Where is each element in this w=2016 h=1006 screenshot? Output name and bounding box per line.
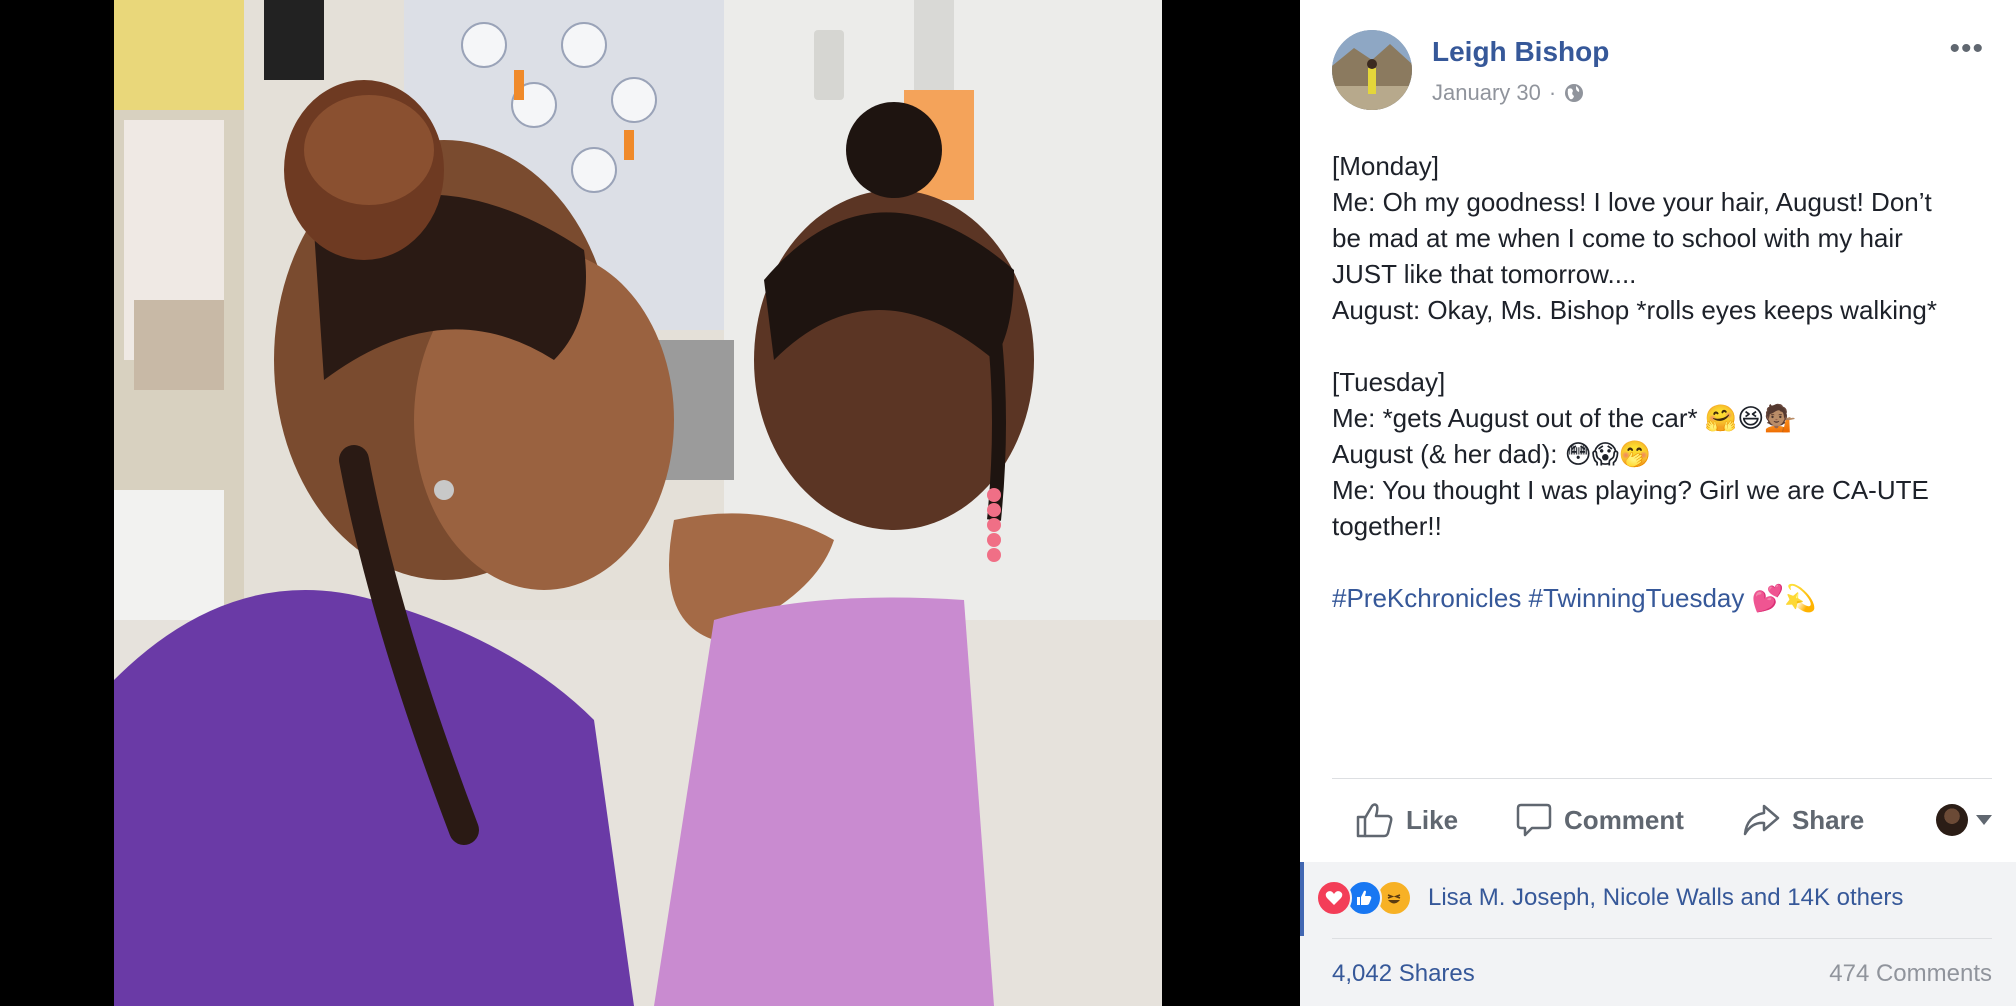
post-date[interactable]: January 30 bbox=[1432, 80, 1541, 106]
shares-count[interactable]: 4,042 Shares bbox=[1332, 960, 1475, 988]
like-label: Like bbox=[1406, 804, 1459, 835]
post-line-spacer bbox=[1332, 544, 1992, 580]
photo-illustration bbox=[114, 0, 1162, 1006]
post-line: [Tuesday] bbox=[1332, 367, 1446, 397]
photo-stage bbox=[90, 0, 1187, 1006]
date-separator: · bbox=[1548, 80, 1557, 105]
share-label: Share bbox=[1791, 804, 1865, 835]
photo-viewer: Leigh Bishop January 30 · ••• [Monday] M… bbox=[0, 0, 2016, 1006]
post-header: Leigh Bishop January 30 · ••• bbox=[1332, 30, 1992, 110]
hashtag-prekchronicles[interactable]: #PreKchronicles bbox=[1332, 583, 1521, 613]
post-as-selector[interactable] bbox=[1936, 804, 1992, 836]
actions-divider bbox=[1332, 778, 1992, 779]
post-line: August (& her dad): 😳😱🤭 bbox=[1332, 439, 1652, 469]
post-side-panel: Leigh Bishop January 30 · ••• [Monday] M… bbox=[1300, 0, 2016, 1006]
author-avatar[interactable] bbox=[1332, 30, 1412, 110]
love-reaction-icon bbox=[1316, 880, 1352, 916]
globe-icon[interactable] bbox=[1564, 83, 1584, 103]
avatar-image bbox=[1332, 30, 1412, 110]
post-line: Me: *gets August out of the car* 🤗😆💁🏽 bbox=[1332, 403, 1797, 433]
post-line: Me: You thought I was playing? Girl we a… bbox=[1332, 475, 1929, 505]
share-button[interactable]: Share bbox=[1742, 803, 1864, 837]
share-icon bbox=[1743, 804, 1780, 836]
viewer-avatar bbox=[1936, 804, 1968, 836]
reaction-summary[interactable]: Lisa M. Joseph, Nicole Walls and 14K oth… bbox=[1316, 880, 1903, 916]
comment-button[interactable]: Comment bbox=[1516, 802, 1684, 838]
post-line: JUST like that tomorrow.... bbox=[1332, 259, 1637, 289]
comments-count[interactable]: 474 Comments bbox=[1829, 960, 1992, 988]
post-line: August: Okay, Ms. Bishop *rolls eyes kee… bbox=[1332, 295, 1938, 325]
like-button[interactable]: Like bbox=[1356, 802, 1458, 838]
reactors-summary[interactable]: Lisa M. Joseph, Nicole Walls and 14K oth… bbox=[1428, 884, 1903, 912]
more-options-icon[interactable]: ••• bbox=[1949, 34, 1984, 64]
reactions-section: Lisa M. Joseph, Nicole Walls and 14K oth… bbox=[1300, 862, 2016, 1006]
hashtag-line: #PreKchronicles #TwinningTuesday 💕💫 bbox=[1332, 580, 1992, 617]
author-name[interactable]: Leigh Bishop bbox=[1432, 36, 1609, 68]
post-line: Me: Oh my goodness! I love your hair, Au… bbox=[1332, 187, 1932, 217]
post-line: together!! bbox=[1332, 511, 1442, 541]
action-bar: Like Comment Share bbox=[1332, 780, 1992, 860]
post-line: be mad at me when I come to school with … bbox=[1332, 223, 1903, 253]
post-line-spacer bbox=[1332, 328, 1992, 364]
post-line: [Monday] bbox=[1332, 151, 1439, 181]
comment-icon bbox=[1516, 803, 1552, 837]
chevron-down-icon bbox=[1976, 815, 1992, 825]
reactions-accent-bar bbox=[1300, 862, 1304, 936]
hashtag-twinningtuesday[interactable]: #TwinningTuesday bbox=[1529, 583, 1745, 613]
hashtag-emoji: 💕💫 bbox=[1751, 584, 1817, 614]
comment-label: Comment bbox=[1564, 804, 1684, 835]
post-body: [Monday] Me: Oh my goodness! I love your… bbox=[1332, 148, 1992, 617]
stats-divider bbox=[1332, 938, 1992, 939]
post-meta: January 30 · bbox=[1432, 80, 1584, 106]
thumbs-up-icon bbox=[1356, 803, 1393, 838]
post-photo[interactable] bbox=[114, 0, 1162, 1006]
